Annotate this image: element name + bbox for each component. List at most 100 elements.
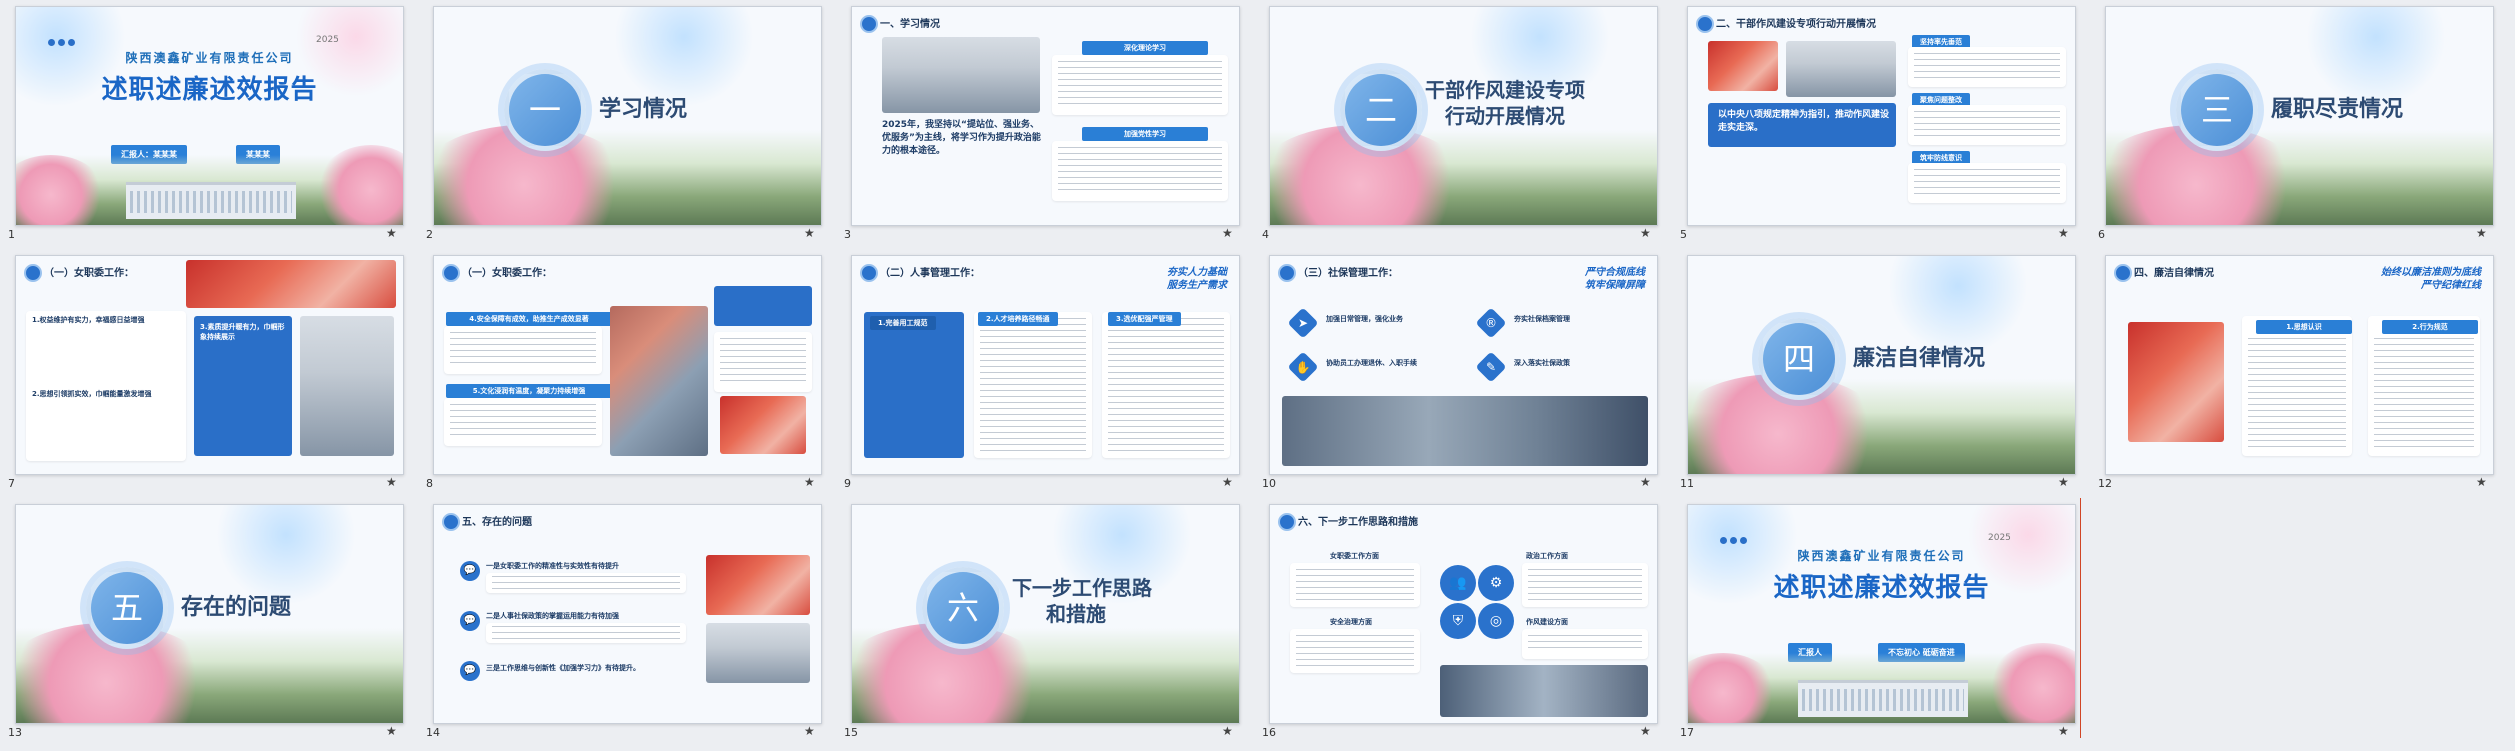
slide-thumb-3[interactable]: 一、学习情况 2025年，我坚持以“提站位、强业务、优服务”为主线，将学习作为提… [836, 0, 1240, 241]
slide-thumb-9[interactable]: （二）人事管理工作： 夯实人力基础 服务生产需求 1.完善用工规范 2.人才培养… [836, 249, 1240, 490]
chat-icon: 💬 [460, 561, 480, 581]
star-icon[interactable]: ★ [1222, 226, 1233, 240]
item-management: 加强日常管理，强化业务 [1326, 315, 1403, 323]
slide-number: 16 [1262, 726, 1276, 739]
slide-preview[interactable]: 四 廉洁自律情况 [1687, 255, 2076, 475]
slide-thumb-13[interactable]: 五 存在的问题 13 ★ [0, 498, 404, 739]
slide-number: 14 [426, 726, 440, 739]
tag-employment: 1.完善用工规范 [870, 316, 936, 330]
star-icon[interactable]: ★ [1222, 724, 1233, 738]
building-image [126, 182, 296, 219]
slide-preview[interactable]: 二、干部作风建设专项行动开展情况 以中央八项规定精神为指引，推动作风建设走实走深… [1687, 6, 2076, 226]
slide-preview[interactable]: 三 履职尽责情况 [2105, 6, 2494, 226]
slide-number: 17 [1680, 726, 1694, 739]
slide-thumb-10[interactable]: （三）社保管理工作： 严守合规底线 筑牢保障屏障 ➤ 加强日常管理，强化业务 ✋… [1254, 249, 1658, 490]
slide-preview[interactable]: （二）人事管理工作： 夯实人力基础 服务生产需求 1.完善用工规范 2.人才培养… [851, 255, 1240, 475]
star-icon[interactable]: ★ [1640, 475, 1651, 489]
section-title: 履职尽责情况 [2271, 97, 2404, 122]
slogan-line1: 夯实人力基础 [1167, 267, 1227, 278]
slide-thumb-15[interactable]: 六 下一步工作思路 和措施 15 ★ [836, 498, 1240, 739]
tag-party: 加强党性学习 [1082, 127, 1208, 141]
slide-thumb-8[interactable]: （一）女职委工作： 4.安全保障有成效，助推生产成效显著 5.文化浸润有温度，凝… [418, 249, 822, 490]
slide-thumb-6[interactable]: 三 履职尽责情况 6 ★ [2090, 0, 2494, 241]
edit-icon: ✎ [1475, 351, 1507, 383]
slide-thumb-17[interactable]: 2025 陕西澳鑫矿业有限责任公司 述职述廉述效报告 汇报人 不忘初心 砥砺奋进… [1672, 498, 2076, 739]
slide-header: 二、干部作风建设专项行动开展情况 [1716, 19, 1876, 30]
slide-preview[interactable]: 一、学习情况 2025年，我坚持以“提站位、强业务、优服务”为主线，将学习作为提… [851, 6, 1240, 226]
star-icon[interactable]: ★ [1640, 226, 1651, 240]
meeting-photo [882, 37, 1040, 113]
slide-slogan: 始终以廉洁准则为底线 严守纪律红线 [2381, 266, 2481, 292]
star-icon[interactable]: ★ [804, 724, 815, 738]
slide-thumb-11[interactable]: 四 廉洁自律情况 11 ★ [1672, 249, 2076, 490]
slide-preview[interactable]: 四、廉洁自律情况 始终以廉洁准则为底线 严守纪律红线 1.思想认识 2.行为规范 [2105, 255, 2494, 475]
slide-slogan: 夯实人力基础 服务生产需求 [1167, 266, 1227, 292]
slide-thumb-7[interactable]: （一）女职委工作： 1.权益维护有实力，幸福感日益增强 2.思想引领抓实效，巾帼… [0, 249, 404, 490]
party-book-photo [2128, 322, 2224, 442]
slide-thumb-16[interactable]: 六、下一步工作思路和措施 女职委工作方面 安全治理方面 👥 ⚙ ⛨ ◎ 政治工作… [1254, 498, 1658, 739]
star-icon[interactable]: ★ [2058, 724, 2069, 738]
header-bullet-icon [2114, 264, 2132, 282]
slide-thumb-12[interactable]: 四、廉洁自律情况 始终以廉洁准则为底线 严守纪律红线 1.思想认识 2.行为规范… [2090, 249, 2494, 490]
slide-number: 11 [1680, 477, 1694, 490]
slide-preview[interactable]: 五、存在的问题 💬 一是女职委工作的精准性与实效性有待提升 💬 二是人事社保政策… [433, 504, 822, 724]
cover-year: 2025 [1988, 533, 2011, 543]
plan-politics: 政治工作方面 [1526, 552, 1568, 560]
slide-preview[interactable]: 五 存在的问题 [15, 504, 404, 724]
slide-preview[interactable]: 2025 陕西澳鑫矿业有限责任公司 述职述廉述效报告 汇报人 不忘初心 砥砺奋进 [1687, 504, 2076, 724]
section-number-badge: 四 [1758, 318, 1840, 400]
slide-header: （二）人事管理工作： [880, 268, 980, 279]
star-icon[interactable]: ★ [804, 226, 815, 240]
star-icon[interactable]: ★ [2058, 226, 2069, 240]
slide-number: 6 [2098, 228, 2105, 241]
problem-1: 一是女职委工作的精准性与实效性有待提升 [486, 562, 619, 570]
slide-preview[interactable]: （一）女职委工作： 1.权益维护有实力，幸福感日益增强 2.思想引领抓实效，巾帼… [15, 255, 404, 475]
slide-preview[interactable]: 一 学习情况 [433, 6, 822, 226]
star-icon[interactable]: ★ [386, 226, 397, 240]
header-bullet-icon [860, 15, 878, 33]
slogan-line2: 服务生产需求 [1167, 280, 1227, 291]
tag-safety: 4.安全保障有成效，助推生产成效显著 [446, 312, 612, 326]
star-icon[interactable]: ★ [386, 724, 397, 738]
event-photo [186, 260, 396, 308]
slide-preview[interactable]: 六、下一步工作思路和措施 女职委工作方面 安全治理方面 👥 ⚙ ⛨ ◎ 政治工作… [1269, 504, 1658, 724]
slide-number: 10 [1262, 477, 1276, 490]
plan-women: 女职委工作方面 [1330, 552, 1379, 560]
slide-number: 1 [8, 228, 15, 241]
star-icon[interactable]: ★ [2058, 475, 2069, 489]
header-bullet-icon [1278, 513, 1296, 531]
slide-thumb-2[interactable]: 一 学习情况 2 ★ [418, 0, 822, 241]
slide-preview[interactable]: 二 干部作风建设专项 行动开展情况 [1269, 6, 1658, 226]
slide-number: 2 [426, 228, 433, 241]
section-number-badge: 二 [1340, 69, 1422, 151]
meeting-photo [1786, 41, 1896, 97]
star-icon[interactable]: ★ [804, 475, 815, 489]
slide-preview[interactable]: （一）女职委工作： 4.安全保障有成效，助推生产成效显著 5.文化浸润有温度，凝… [433, 255, 822, 475]
star-icon[interactable]: ★ [2476, 226, 2487, 240]
slide-number: 15 [844, 726, 858, 739]
star-icon[interactable]: ★ [2476, 475, 2487, 489]
people-icon: 👥 [1440, 565, 1476, 601]
slide-preview[interactable]: 2025 陕西澳鑫矿业有限责任公司 述职述廉述效报告 汇报人：某某某 某某某 [15, 6, 404, 226]
decor-dots [48, 31, 78, 50]
slide-quote: 2025年，我坚持以“提站位、强业务、优服务”为主线，将学习作为提升政治能力的根… [882, 120, 1041, 156]
slide-preview[interactable]: （三）社保管理工作： 严守合规底线 筑牢保障屏障 ➤ 加强日常管理，强化业务 ✋… [1269, 255, 1658, 475]
tag-culture: 5.文化浸润有温度，凝聚力持续增强 [446, 384, 612, 398]
item-retirement: 协助员工办理退休、入职手续 [1326, 359, 1417, 367]
chat-icon: 💬 [460, 611, 480, 631]
slide-thumb-1[interactable]: 2025 陕西澳鑫矿业有限责任公司 述职述廉述效报告 汇报人：某某某 某某某 1… [0, 0, 404, 241]
send-icon: ➤ [1287, 307, 1319, 339]
slide-thumb-14[interactable]: 五、存在的问题 💬 一是女职委工作的精准性与实效性有待提升 💬 二是人事社保政策… [418, 498, 822, 739]
slide-thumb-4[interactable]: 二 干部作风建设专项 行动开展情况 4 ★ [1254, 0, 1658, 241]
item-rights: 1.权益维护有实力，幸福感日益增强 [32, 316, 145, 324]
star-icon[interactable]: ★ [1222, 475, 1233, 489]
tag-theory: 深化理论学习 [1082, 41, 1208, 55]
section-number-badge: 六 [922, 567, 1004, 649]
slide-header: 五、存在的问题 [462, 517, 532, 528]
star-icon[interactable]: ★ [1640, 724, 1651, 738]
slide-preview[interactable]: 六 下一步工作思路 和措施 [851, 504, 1240, 724]
plan-conduct: 作风建设方面 [1526, 618, 1568, 626]
slogan-line2: 严守纪律红线 [2421, 280, 2481, 291]
star-icon[interactable]: ★ [386, 475, 397, 489]
slide-thumb-5[interactable]: 二、干部作风建设专项行动开展情况 以中央八项规定精神为指引，推动作风建设走实走深… [1672, 0, 2076, 241]
